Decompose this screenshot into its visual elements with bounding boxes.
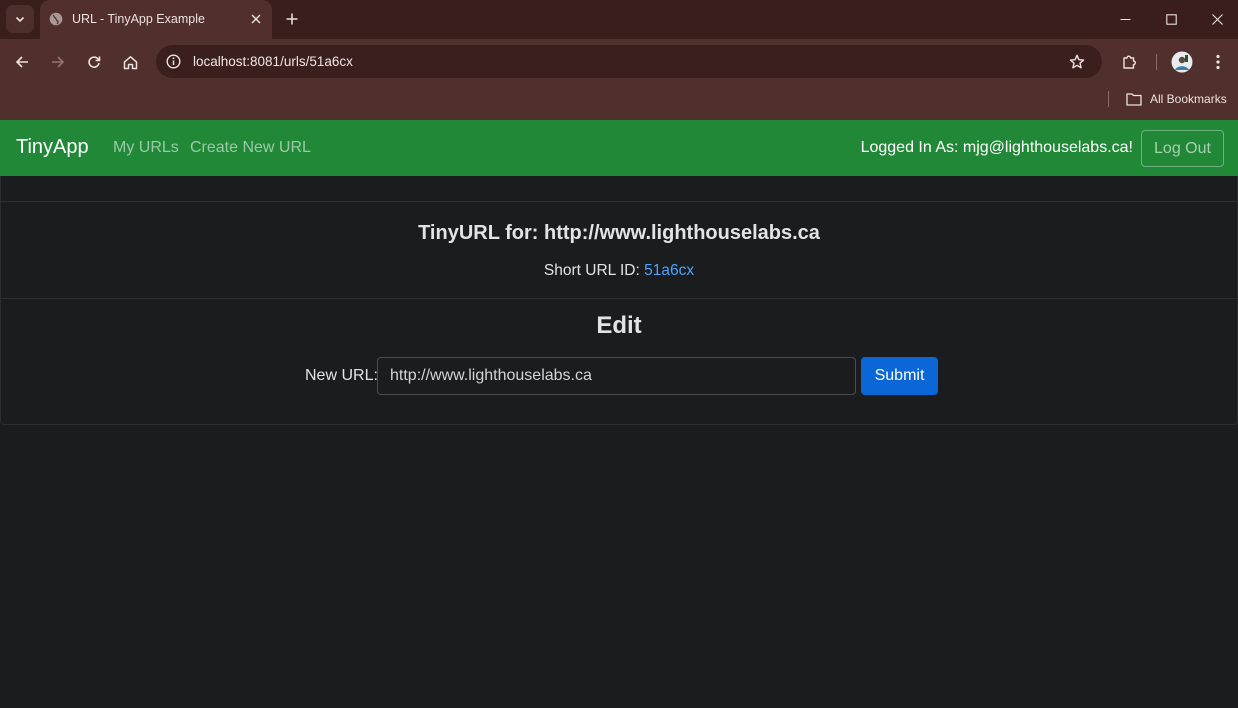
folder-icon: [1126, 93, 1142, 106]
globe-icon: [49, 12, 63, 26]
tinyurl-title: TinyURL for: http://www.lighthouselabs.c…: [418, 222, 820, 244]
new-tab-button[interactable]: [282, 9, 302, 29]
browser-tab[interactable]: URL - TinyApp Example: [40, 0, 272, 39]
brand-link[interactable]: TinyApp: [16, 136, 89, 159]
reload-button[interactable]: [79, 47, 109, 77]
extensions-icon: [1123, 55, 1136, 69]
url-detail-card: TinyURL for: http://www.lighthouselabs.c…: [0, 176, 1238, 425]
all-bookmarks-button[interactable]: All Bookmarks: [1126, 90, 1227, 108]
chevron-down-icon: [15, 16, 25, 23]
short-url-id-line: Short URL ID: 51a6cx: [1, 262, 1237, 280]
back-icon: [15, 56, 28, 68]
minimize-button[interactable]: [1102, 0, 1148, 39]
nav-link-create-new-url[interactable]: Create New URL: [190, 139, 311, 157]
new-url-label: New URL:: [305, 367, 378, 384]
maximize-button[interactable]: [1148, 0, 1194, 39]
info-icon: [166, 54, 181, 69]
back-button[interactable]: [7, 47, 37, 77]
star-icon: [1069, 54, 1085, 69]
plus-icon: [286, 13, 298, 25]
profile-button[interactable]: [1167, 47, 1197, 77]
close-icon: [1211, 14, 1223, 25]
toolbar-divider: [1156, 54, 1157, 70]
tab-close-button[interactable]: [247, 10, 265, 28]
close-icon: [251, 14, 261, 24]
bookmarks-divider: [1108, 91, 1109, 107]
forward-icon: [52, 56, 65, 68]
section-divider: [1, 298, 1237, 299]
maximize-icon: [1165, 14, 1177, 25]
logout-button[interactable]: Log Out: [1141, 130, 1224, 167]
address-text: localhost:8081/urls/51a6cx: [193, 54, 353, 69]
bookmark-star-button[interactable]: [1066, 51, 1088, 73]
new-url-input[interactable]: [377, 357, 856, 395]
tab-search-button[interactable]: [6, 5, 34, 33]
short-url-id-link[interactable]: 51a6cx: [644, 262, 694, 279]
browser-toolbar: localhost:8081/urls/51a6cx: [0, 39, 1238, 85]
submit-button[interactable]: Submit: [861, 357, 938, 395]
extensions-button[interactable]: [1114, 47, 1144, 77]
card-header: [1, 176, 1237, 202]
more-icon: [1216, 54, 1220, 70]
short-url-id-label: Short URL ID:: [543, 262, 640, 279]
close-window-button[interactable]: [1194, 0, 1238, 39]
reload-icon: [88, 56, 101, 68]
avatar: [1171, 51, 1193, 73]
home-icon: [123, 55, 137, 69]
minimize-icon: [1120, 19, 1130, 20]
app-navbar: TinyApp My URLs Create New URL Logged In…: [0, 120, 1238, 176]
nav-link-my-urls[interactable]: My URLs: [113, 139, 179, 157]
tab-title: URL - TinyApp Example: [72, 12, 205, 26]
logged-in-status: Logged In As: mjg@lighthouselabs.ca!: [860, 139, 1133, 156]
home-button[interactable]: [115, 47, 145, 77]
site-info-button[interactable]: [163, 51, 184, 72]
address-bar[interactable]: localhost:8081/urls/51a6cx: [156, 45, 1102, 78]
edit-heading: Edit: [596, 312, 642, 339]
forward-button[interactable]: [43, 47, 73, 77]
bookmarks-bar: All Bookmarks: [0, 85, 1238, 120]
more-menu-button[interactable]: [1203, 47, 1233, 77]
all-bookmarks-label: All Bookmarks: [1150, 92, 1227, 106]
browser-titlebar: URL - TinyApp Example: [0, 0, 1238, 39]
